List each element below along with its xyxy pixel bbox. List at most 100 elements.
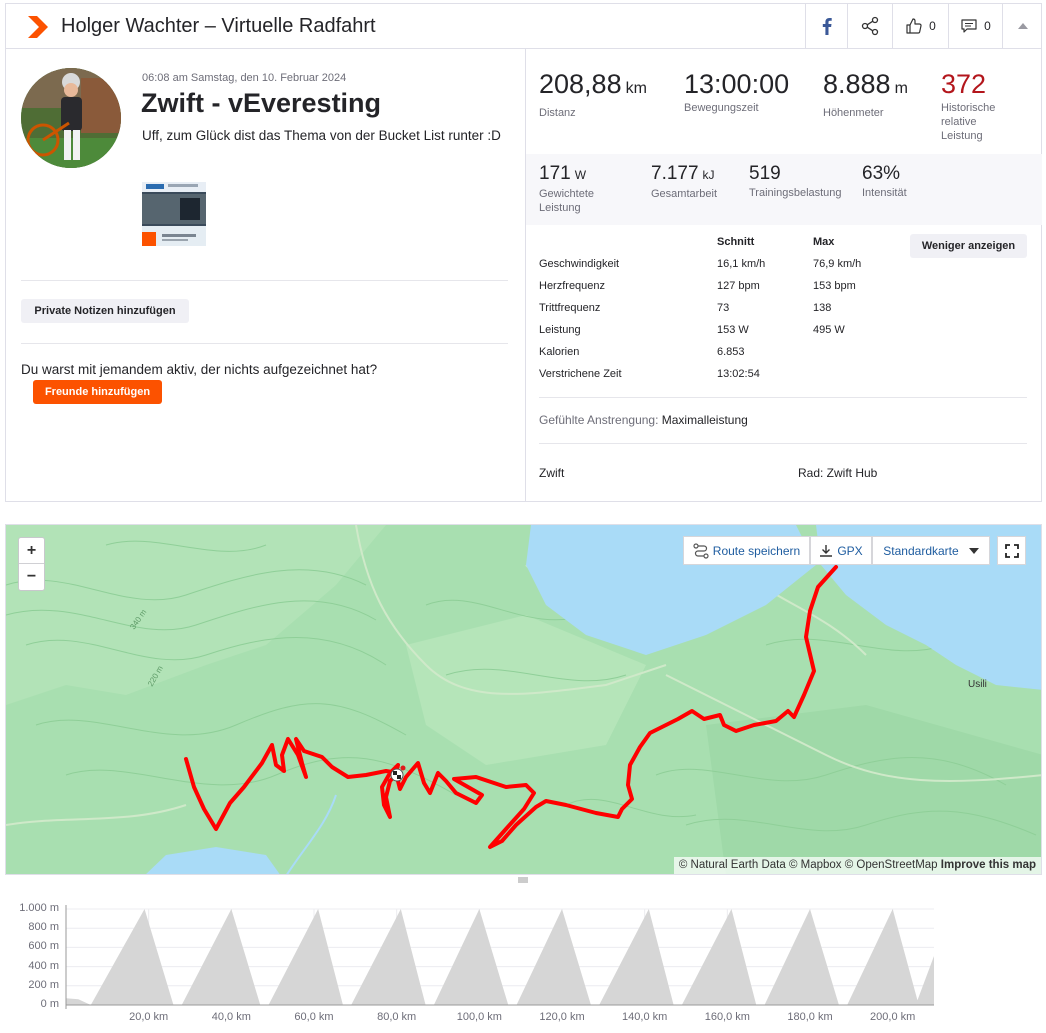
y-tick-label: 200 m [28,978,59,991]
stat-label: Gesamtarbeit [651,188,718,200]
detail-row-label: Leistung [539,324,581,336]
private-notes-button[interactable]: Private Notizen hinzufügen [21,299,189,323]
avatar[interactable] [21,68,121,168]
column-header-avg: Schnitt [717,236,755,248]
gpx-label: GPX [837,543,863,558]
stat-distance: 208,88 km Distanz [539,68,647,120]
y-tick-label: 600 m [28,940,59,953]
y-tick-label: 0 m [40,998,59,1010]
stat-unit: W [574,168,587,182]
zoom-control: + − [18,537,45,591]
stat-unit: kJ [702,168,715,182]
stat-intensity: 63% Intensität [862,162,907,200]
map-canvas[interactable]: 340 m 220 m Usili [6,525,1042,875]
activity-card: Holger Wachter – Virtuelle Radfahrt 0 0 [5,3,1042,502]
detail-row-label: Trittfrequenz [539,302,601,314]
stat-value: 208,88 [539,69,622,99]
bike-name[interactable]: Rad: Zwift Hub [798,466,877,480]
stat-relative-effort[interactable]: 372 Historische relative Leistung [941,68,1021,143]
fullscreen-button[interactable] [997,536,1026,565]
caret-up-icon [1017,23,1028,29]
share-icon [861,16,879,36]
divider [21,280,508,281]
place-label: Usili [968,679,987,690]
detail-row-max: 138 [813,302,832,314]
collapse-button[interactable] [1002,4,1042,48]
stat-value: 63% [862,163,901,184]
activity-name: Zwift - vEveresting [141,88,382,118]
detail-row-avg: 127 bpm [717,280,760,292]
elevation-chart[interactable] [5,876,1042,1033]
comment-icon [961,19,977,33]
stat-unit: m [894,80,908,97]
activity-header: Holger Wachter – Virtuelle Radfahrt 0 0 [6,4,1041,49]
detail-row-label: Geschwindigkeit [539,258,620,270]
detail-row-avg: 6.853 [717,346,745,358]
save-route-button[interactable]: Route speichern [683,536,810,565]
detail-row-max: 153 bpm [813,280,856,292]
comment-count: 0 [984,19,991,33]
divider [539,397,1027,398]
group-activity-question: Du warst mit jemandem aktiv, der nichts … [21,362,378,377]
stat-total-work: 7.177 kJ Gesamtarbeit [651,162,717,201]
perceived-exertion-value: Maximalleistung [661,413,748,427]
detail-row-max: 76,9 km/h [813,258,862,270]
x-tick-label: 40,0 km [211,1011,251,1023]
stat-training-load: 519 Trainingsbelastung [749,162,842,200]
stat-unit: km [625,80,647,97]
stat-value: 519 [749,163,781,184]
zoom-in-button[interactable]: + [19,538,44,564]
strava-logo-icon [28,16,48,38]
detail-row-avg: 153 W [717,324,749,336]
stat-label: Historische relative Leistung [941,102,996,142]
stat-label: Trainingsbelastung [749,187,842,199]
page-title: Holger Wachter – Virtuelle Radfahrt [61,15,376,37]
stat-value: 7.177 [651,163,699,184]
perceived-exertion: Gefühlte Anstrengung: Maximalleistung [539,413,748,427]
column-divider [525,49,526,502]
save-route-label: Route speichern [712,543,801,558]
download-icon [820,544,833,557]
share-button[interactable] [847,4,892,48]
photo-thumbnail[interactable] [142,182,206,246]
route-icon [693,542,709,559]
stat-value: 372 [941,69,987,99]
attribution-text[interactable]: © Natural Earth Data © Mapbox © OpenStre… [679,859,938,871]
elevation-profile[interactable]: 1.000 m 800 m 600 m 400 m 200 m 0 m 20,0 km 40,… [5,876,1042,1033]
y-tick-label: 1.000 m [19,902,59,914]
show-less-button[interactable]: Weniger anzeigen [910,234,1027,258]
x-tick-label: 20,0 km [129,1011,169,1023]
stat-label: Höhenmeter [823,107,884,119]
chevron-down-icon [968,547,979,554]
detail-row-avg: 16,1 km/h [717,258,766,270]
stat-value: 8.888 [823,69,891,99]
map-type-label: Standardkarte [883,543,959,558]
detail-row-label: Verstrichene Zeit [539,368,622,380]
resize-handle-icon[interactable] [518,877,528,883]
comment-button[interactable]: 0 [948,4,1002,48]
column-header-max: Max [813,236,835,248]
stat-elevation: 8.888 m Höhenmeter [823,68,908,120]
x-tick-label: 160,0 km [704,1011,750,1023]
route-map[interactable]: 340 m 220 m Usili + − Route speichern GP… [5,524,1042,875]
improve-map-link[interactable]: Improve this map [941,859,1036,871]
stat-label: Distanz [539,107,576,119]
stat-label: Bewegungszeit [684,102,759,114]
perceived-exertion-label: Gefühlte Anstrengung: [539,413,659,427]
zoom-out-button[interactable]: − [19,564,44,590]
stat-weighted-power: 171 W Gewichtete Leistung [539,162,639,215]
fullscreen-icon [1004,543,1019,558]
kudos-button[interactable]: 0 [892,4,948,48]
y-tick-label: 800 m [28,921,59,934]
facebook-share-button[interactable] [805,4,847,48]
add-friends-button[interactable]: Freunde hinzufügen [33,380,162,404]
divider [21,343,508,344]
detail-row-label: Herzfrequenz [539,280,606,292]
map-type-select[interactable]: Standardkarte [872,536,990,565]
stat-moving-time: 13:00:00 Bewegungszeit [684,68,789,115]
x-tick-label: 200,0 km [870,1011,916,1023]
activity-date: 06:08 am Samstag, den 10. Februar 2024 [142,72,347,84]
gpx-download-button[interactable]: GPX [810,536,872,565]
detail-row-label: Kalorien [539,346,580,358]
thumbs-up-icon [906,18,922,34]
